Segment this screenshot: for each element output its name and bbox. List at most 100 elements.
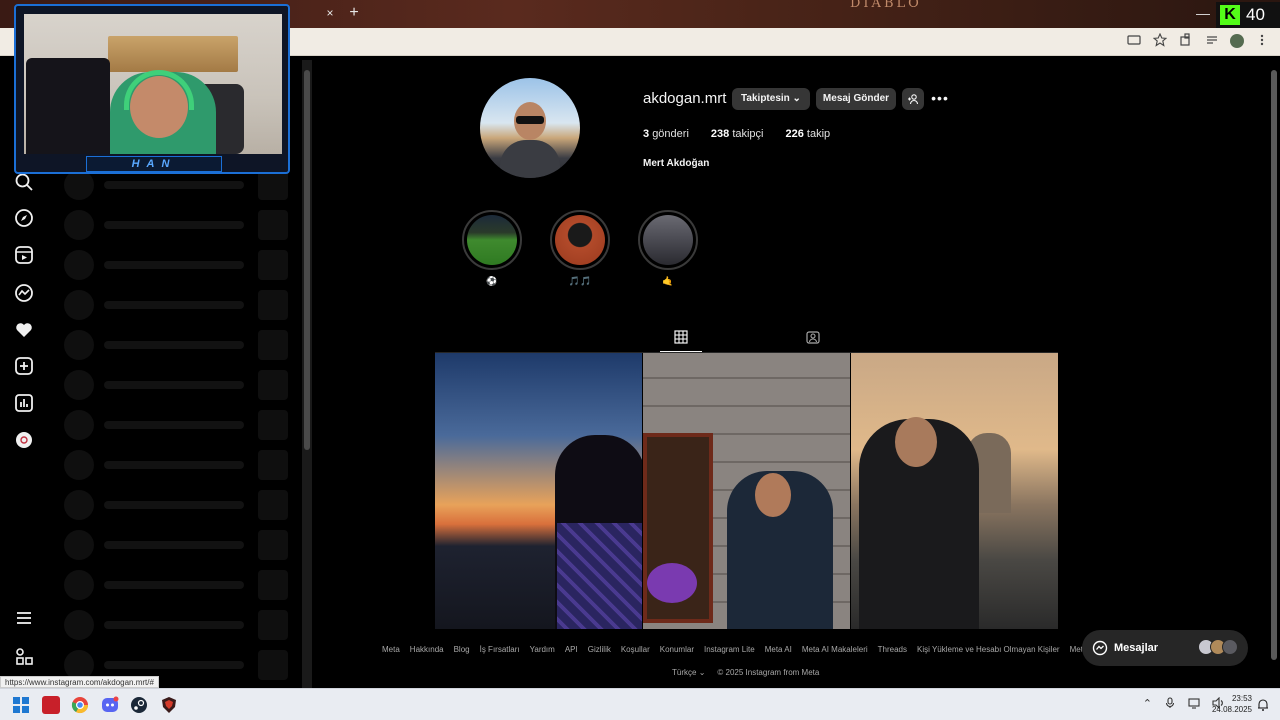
windows-start-icon[interactable] <box>12 696 30 714</box>
browser-profile-avatar[interactable] <box>1230 34 1244 48</box>
footer-link[interactable]: Instagram Lite <box>704 645 755 654</box>
skeleton-avatar <box>64 370 94 400</box>
footer-link[interactable]: Gizlilik <box>588 645 611 654</box>
threads-icon[interactable] <box>14 430 34 450</box>
skeleton-avatar <box>64 450 94 480</box>
footer-link[interactable]: Meta AI <box>765 645 792 654</box>
footer-link[interactable]: Meta AI Makaleleri <box>802 645 868 654</box>
footer-link[interactable]: Blog <box>454 645 470 654</box>
page-scroll-thumb[interactable] <box>1271 70 1277 660</box>
highlight-label-music: 🎵🎵 <box>568 276 592 286</box>
left-panel-scroll-thumb[interactable] <box>304 70 310 450</box>
skeleton-row <box>64 330 294 360</box>
skeleton-line <box>104 461 244 469</box>
following-stat[interactable]: 226 takip <box>786 128 831 140</box>
cast-icon[interactable] <box>1126 33 1142 49</box>
webcam-feed <box>24 14 282 154</box>
skeleton-avatar <box>64 410 94 440</box>
avatar-sunglasses <box>516 116 544 124</box>
more-options-icon[interactable]: ••• <box>930 88 950 108</box>
tab-posts-grid[interactable] <box>660 326 702 352</box>
skeleton-thumb <box>258 610 288 640</box>
discord-icon[interactable] <box>101 696 119 714</box>
highlight-label-football: ⚽ <box>486 276 498 286</box>
send-message-button[interactable]: Mesaj Gönder <box>816 88 896 110</box>
skeleton-row <box>64 170 294 200</box>
browser-menu-icon[interactable] <box>1254 33 1270 49</box>
footer-link[interactable]: Kişi Yükleme ve Hesabı Olmayan Kişiler <box>917 645 1060 654</box>
skeleton-line <box>104 301 244 309</box>
tray-overflow-chevron-icon[interactable]: ⌃ <box>1143 697 1152 710</box>
skeleton-avatar <box>64 290 94 320</box>
skeleton-row <box>64 530 294 560</box>
page-scrollbar[interactable] <box>1268 56 1280 688</box>
tagged-person-icon <box>806 331 820 344</box>
more-menu-icon[interactable] <box>14 608 34 628</box>
reels-icon[interactable] <box>14 245 34 265</box>
bookmark-star-icon[interactable] <box>1152 32 1168 49</box>
footer-link[interactable]: İş Fırsatları <box>480 645 520 654</box>
add-person-icon <box>908 94 919 105</box>
tab-tagged[interactable] <box>792 326 834 352</box>
followers-stat[interactable]: 238 takipçi <box>711 128 764 140</box>
skeleton-line <box>104 661 244 669</box>
footer-link[interactable]: Koşullar <box>621 645 650 654</box>
tab-close-icon[interactable]: × <box>322 5 338 21</box>
suggested-users-button[interactable] <box>902 88 924 110</box>
search-icon[interactable] <box>14 172 34 192</box>
highlight-music[interactable] <box>550 210 610 270</box>
post-thumbnail-stone-wall[interactable] <box>643 353 850 629</box>
taskbar-clock[interactable]: 23:53 24.08.2025 <box>1206 693 1252 715</box>
footer-link[interactable]: Hakkında <box>410 645 444 654</box>
security-shield-icon[interactable] <box>160 696 178 714</box>
microphone-icon[interactable] <box>1164 697 1176 709</box>
highlight-football[interactable] <box>462 210 522 270</box>
following-label: takip <box>806 128 831 140</box>
skeleton-line <box>104 621 244 629</box>
new-tab-icon[interactable]: + <box>345 4 363 22</box>
post2-person-head <box>755 473 791 517</box>
skeleton-thumb <box>258 210 288 240</box>
loading-skeleton-list <box>48 170 300 688</box>
notifications-heart-icon[interactable] <box>14 320 34 340</box>
post-thumbnail-bulls-sweater[interactable] <box>851 353 1058 629</box>
highlight-friends[interactable] <box>638 210 698 270</box>
create-plus-icon[interactable] <box>14 356 34 376</box>
network-icon[interactable] <box>1188 697 1200 709</box>
kick-viewer-count: 40 <box>1246 5 1265 24</box>
skeleton-line <box>104 541 244 549</box>
following-button[interactable]: Takiptesin ⌄ <box>732 88 810 110</box>
left-panel-scrollbar[interactable] <box>302 60 312 688</box>
notification-bell-icon[interactable] <box>1256 698 1270 712</box>
copyright: © 2025 Instagram from Meta <box>717 668 820 677</box>
chrome-icon[interactable] <box>71 696 89 714</box>
meta-apps-icon[interactable] <box>14 646 34 666</box>
minimize-icon[interactable]: — <box>1196 5 1210 21</box>
webcam-shelf <box>108 36 238 72</box>
explore-icon[interactable] <box>14 208 34 228</box>
post-thumbnail-sunset[interactable] <box>435 353 642 629</box>
steam-icon[interactable] <box>130 696 148 714</box>
footer-link[interactable]: Threads <box>878 645 907 654</box>
messenger-icon[interactable] <box>14 283 34 303</box>
messages-pill[interactable]: Mesajlar <box>1082 630 1248 666</box>
footer-link[interactable]: API <box>565 645 578 654</box>
dashboard-icon[interactable] <box>14 393 34 413</box>
footer-link[interactable]: Yardım <box>530 645 555 654</box>
skeleton-thumb <box>258 170 288 200</box>
language-label: Türkçe <box>672 668 697 677</box>
footer-link[interactable]: Meta <box>382 645 400 654</box>
post3-person-head <box>895 417 937 467</box>
kick-viewer-badge: K 40 <box>1216 2 1280 28</box>
footer-link[interactable]: Meta <box>1070 645 1082 654</box>
news-app-icon[interactable] <box>42 696 60 714</box>
skeleton-avatar <box>64 530 94 560</box>
language-selector[interactable]: Türkçe ⌄ <box>672 668 705 677</box>
reading-list-icon[interactable] <box>1204 33 1220 49</box>
extensions-icon[interactable] <box>1178 33 1194 49</box>
highlight-thumbnail-friends <box>643 215 693 265</box>
footer-link[interactable]: Konumlar <box>660 645 694 654</box>
posts-label: gönderi <box>652 128 689 140</box>
profile-avatar[interactable] <box>480 78 580 178</box>
skeleton-row <box>64 410 294 440</box>
